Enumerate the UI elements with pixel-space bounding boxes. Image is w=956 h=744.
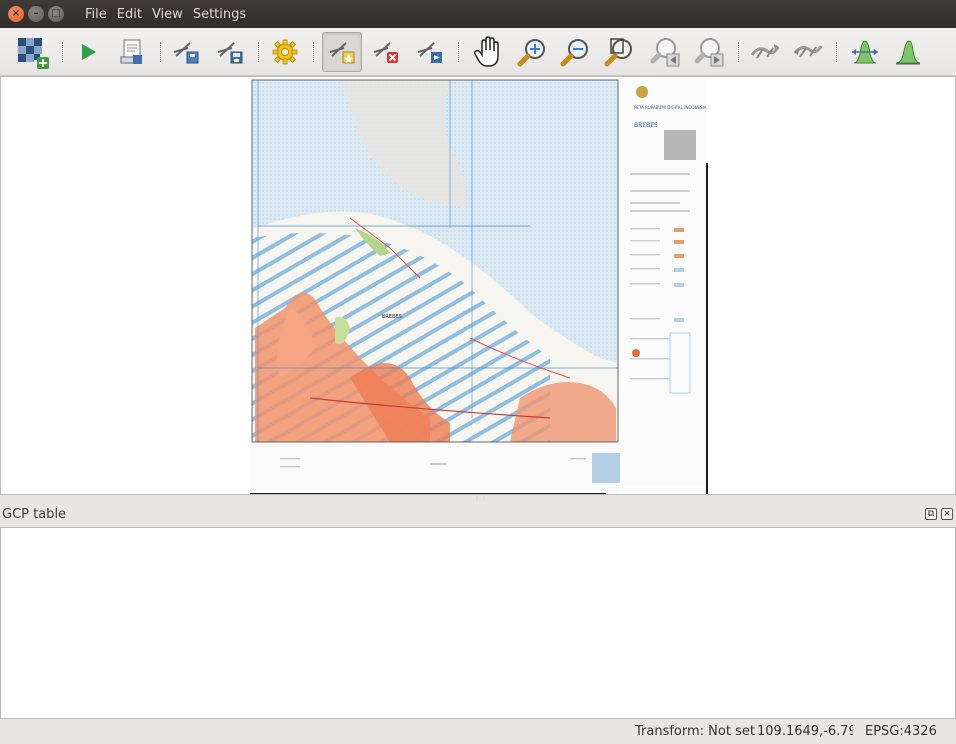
menu-bar: File Edit View Settings: [80, 7, 251, 22]
zoom-to-layer-icon: [604, 38, 632, 67]
minimize-window-button[interactable]: –: [28, 6, 44, 22]
move-gcp-point-icon: [417, 42, 442, 63]
status-bar: Transform: Not set 109.1649,-6.7915 EPSG…: [0, 719, 956, 744]
close-dock-button[interactable]: ×: [941, 508, 953, 520]
load-gcp-points-icon: [173, 42, 199, 64]
toolbar-separator: [160, 42, 162, 62]
raster-map[interactable]: BREBES PETA RUPABUMI DIGITAL INDONESIA B…: [250, 78, 708, 495]
menu-file[interactable]: File: [80, 7, 112, 22]
link-georeferencer-to-qgis-button[interactable]: [745, 32, 785, 72]
dock-title: GCP table: [2, 506, 67, 522]
menu-settings[interactable]: Settings: [188, 7, 251, 22]
link-qgis-to-georeferencer-icon: [793, 45, 823, 58]
start-georeferencing-icon: [82, 44, 96, 60]
start-georeferencing-button[interactable]: [68, 32, 108, 72]
zoom-out-icon: [560, 39, 588, 67]
load-gcp-points-button[interactable]: [166, 32, 206, 72]
city-label: BREBES: [382, 314, 402, 320]
float-icon: ⧉: [927, 509, 935, 519]
georeferencer-toolbar: [0, 28, 956, 76]
link-georeferencer-to-qgis-icon: [750, 44, 780, 59]
open-raster-button[interactable]: [12, 32, 52, 72]
maximize-window-button[interactable]: □: [48, 6, 64, 22]
float-dock-button[interactable]: ⧉: [925, 508, 937, 520]
close-icon: ×: [11, 8, 21, 19]
move-gcp-point-button[interactable]: [410, 32, 450, 72]
pan-button[interactable]: [468, 32, 508, 72]
crs-status[interactable]: EPSG:4326: [865, 724, 937, 739]
local-histogram-stretch-button[interactable]: [888, 32, 928, 72]
save-gcp-points-icon: [217, 42, 243, 64]
title-bar: × – □ File Edit View Settings: [0, 0, 956, 28]
zoom-out-button[interactable]: [555, 32, 595, 72]
close-icon: ×: [943, 509, 951, 519]
toolbar-separator: [836, 42, 838, 62]
map-canvas[interactable]: BREBES PETA RUPABUMI DIGITAL INDONESIA B…: [0, 76, 956, 495]
toolbar-separator: [258, 42, 260, 62]
sheet-title: PETA RUPABUMI DIGITAL INDONESIA: [634, 105, 707, 110]
add-point-button[interactable]: [322, 32, 362, 72]
zoom-in-button[interactable]: [512, 32, 552, 72]
toolbar-separator: [313, 42, 315, 62]
delete-point-button[interactable]: [366, 32, 406, 72]
toolbar-separator: [738, 42, 740, 62]
generate-gdal-script-button[interactable]: [112, 32, 152, 72]
save-gcp-points-button[interactable]: [210, 32, 250, 72]
gcp-table-dock-header: GCP table ⧉ ×: [0, 501, 956, 527]
close-window-button[interactable]: ×: [8, 6, 24, 22]
delete-point-icon: [373, 42, 398, 63]
transform-status: Transform: Not set: [635, 724, 755, 739]
menu-edit[interactable]: Edit: [112, 7, 147, 22]
zoom-in-icon: [517, 39, 545, 67]
sheet-name: BREBES: [634, 122, 658, 129]
gear-icon: [272, 39, 298, 65]
local-histogram-stretch-icon: [895, 40, 921, 65]
link-qgis-to-georeferencer-button[interactable]: [788, 32, 828, 72]
coordinates-readout: 109.1649,-6.7915: [757, 724, 853, 739]
zoom-to-layer-button[interactable]: [599, 32, 639, 72]
maximize-icon: □: [51, 8, 61, 19]
zoom-last-button[interactable]: [645, 32, 685, 72]
add-point-icon: [329, 42, 355, 64]
zoom-next-button[interactable]: [689, 32, 729, 72]
toolbar-separator: [62, 42, 64, 62]
menu-view[interactable]: View: [147, 7, 188, 22]
open-raster-icon: [18, 38, 49, 69]
toolbar-separator: [458, 42, 460, 62]
transformation-settings-button[interactable]: [265, 32, 305, 72]
pan-icon: [473, 36, 499, 67]
full-histogram-stretch-button[interactable]: [845, 32, 885, 72]
zoom-last-icon: [650, 38, 680, 67]
minimize-icon: –: [33, 8, 39, 19]
zoom-next-icon: [694, 38, 724, 67]
gcp-table[interactable]: [0, 527, 956, 719]
generate-gdal-script-icon: [120, 39, 142, 64]
full-histogram-stretch-icon: [852, 40, 878, 64]
